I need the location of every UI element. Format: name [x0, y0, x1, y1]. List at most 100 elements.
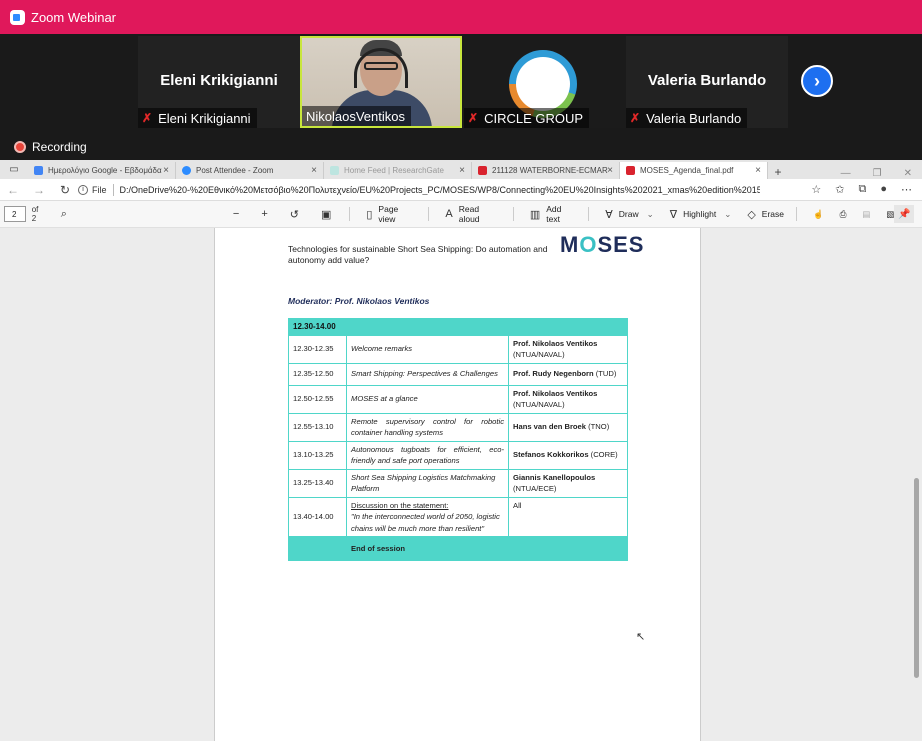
collections-icon[interactable]: ⧉	[858, 183, 866, 196]
participant-name: CIRCLE GROUP	[484, 110, 584, 126]
discussion-row: 13.40-14.00 Discussion on the statement:…	[288, 496, 628, 537]
row-speaker: All	[508, 496, 628, 537]
speaker-name: Giannis Kanellopoulos	[513, 472, 596, 482]
read-aloud-label: Read aloud	[458, 204, 480, 224]
url-text[interactable]: D:/OneDrive%20-%20Εθνικό%20Μετσόβιο%20Πο…	[120, 185, 760, 195]
end-empty-cell	[288, 536, 347, 561]
rotate-icon[interactable]: ↺	[290, 208, 305, 221]
moderator-line: Moderator: Prof. Nikolaos Ventikos	[288, 296, 430, 306]
favorites-icon[interactable]: ✩	[835, 183, 844, 196]
add-text-label: Add text	[546, 204, 562, 224]
tab-title: Ημερολόγιο Google - Εβδομάδα	[48, 166, 162, 175]
pin-toolbar-icon[interactable]: 📌	[894, 205, 914, 223]
eraser-icon: ◇	[747, 208, 756, 221]
pdf-toolbar: 2 of 2 ⌕ − + ↺ ▣ ▯ Page view A Read aloud …	[0, 201, 922, 228]
participant-name: NikolaosVentikos	[306, 108, 405, 124]
table-row: 12.30-12.35 Welcome remarks Prof. Nikola…	[288, 334, 628, 364]
search-icon[interactable]: ⌕	[61, 208, 73, 221]
scrollbar-thumb[interactable]	[914, 478, 919, 678]
participant-strip: Eleni Krikigianni ✗ Eleni Krikigianni Ni…	[0, 34, 922, 160]
window-controls: — ❐ ✕	[841, 168, 922, 179]
close-icon[interactable]: ×	[163, 165, 169, 176]
new-tab-button[interactable]: +	[768, 165, 788, 179]
row-time: 12.30-12.35	[288, 334, 347, 364]
draw-button[interactable]: ∀ Draw ⌄	[605, 208, 654, 221]
url-field[interactable]: i File D:/OneDrive%20-%20Εθνικό%20Μετσόβ…	[78, 181, 801, 199]
save-as-icon[interactable]: ▧	[886, 209, 894, 220]
print-icon[interactable]: ⎙	[840, 209, 847, 220]
researchgate-icon	[330, 166, 339, 175]
chevron-down-icon[interactable]: ⌄	[724, 209, 731, 220]
touch-icon[interactable]: ☝	[813, 209, 824, 220]
zoom-out-icon[interactable]: −	[233, 208, 245, 220]
zoom-icon	[182, 166, 191, 175]
info-icon[interactable]: i	[78, 184, 88, 195]
tab-researchgate[interactable]: Home Feed | ResearchGate ×	[324, 162, 472, 179]
erase-button[interactable]: ◇ Erase	[747, 208, 784, 221]
tab-moses-agenda[interactable]: MOSES_Agenda_final.pdf ×	[620, 162, 768, 179]
participant-label: NikolaosVentikos	[302, 106, 411, 126]
toolbar-divider	[796, 207, 797, 221]
session-header-row: 12.30-14.00	[288, 318, 628, 336]
speaker-affiliation: (CORE)	[590, 450, 618, 460]
participant-tile-1[interactable]: Eleni Krikigianni ✗ Eleni Krikigianni	[138, 36, 300, 128]
speaker-name: Stefanos Kokkorikos	[513, 450, 589, 460]
close-window-icon[interactable]: ✕	[904, 168, 912, 179]
page-view-button[interactable]: ▯ Page view	[366, 204, 416, 224]
add-favorite-icon[interactable]: ☆	[811, 183, 821, 196]
table-row: 13.10-13.25 Autonomous tugboats for effi…	[288, 440, 628, 470]
recording-indicator[interactable]: Recording	[14, 140, 87, 154]
participant-display-name: Valeria Burlando	[647, 72, 767, 89]
next-participants-button[interactable]: ›	[801, 65, 833, 97]
back-icon[interactable]: ←	[0, 183, 26, 197]
tab-google-calendar[interactable]: Ημερολόγιο Google - Εβδομάδα ×	[28, 162, 176, 179]
file-label: File	[92, 184, 107, 195]
participant-label: ✗ CIRCLE GROUP	[464, 108, 590, 128]
table-row: 13.25-13.40 Short Sea Shipping Logistics…	[288, 468, 628, 498]
participant-video-tile[interactable]: NikolaosVentikos	[300, 36, 462, 128]
draw-label: Draw	[618, 209, 639, 219]
page-view-icon: ▯	[366, 208, 373, 221]
pdf-page: Technologies for sustainable Short Sea S…	[214, 228, 701, 741]
chevron-down-icon[interactable]: ⌄	[647, 209, 654, 220]
tab-zoom[interactable]: Post Attendee - Zoom ×	[176, 162, 324, 179]
agenda-table: 12.30-14.00 12.30-12.35 Welcome remarks …	[288, 318, 628, 561]
participant-tile-4[interactable]: Valeria Burlando ✗ Valeria Burlando	[626, 36, 788, 128]
close-icon[interactable]: ×	[459, 165, 465, 176]
close-icon[interactable]: ×	[607, 165, 613, 176]
add-text-button[interactable]: ▥ Add text	[530, 204, 576, 224]
more-icon[interactable]: ⋯	[901, 183, 912, 196]
tab-actions-icon[interactable]: ▭	[0, 160, 28, 179]
row-speaker: Hans van den Broek (TNO)	[508, 412, 628, 442]
restore-icon[interactable]: ❐	[873, 168, 882, 179]
close-icon[interactable]: ×	[311, 165, 317, 176]
forward-icon[interactable]: →	[26, 183, 52, 197]
speaker-name: Prof. Rudy Negenborn	[513, 369, 594, 379]
row-talk: Autonomous tugboats for efficient, eco-f…	[346, 440, 509, 470]
minimize-icon[interactable]: —	[841, 168, 851, 179]
fit-page-icon[interactable]: ▣	[321, 208, 337, 221]
close-icon[interactable]: ×	[755, 165, 761, 176]
zoom-window-title: Zoom Webinar	[31, 9, 117, 25]
row-time: 12.35-12.50	[288, 362, 347, 386]
discussion-heading: Discussion on the statement:	[351, 500, 449, 510]
highlight-button[interactable]: ∇ Highlight ⌄	[670, 208, 732, 221]
read-aloud-button[interactable]: A Read aloud	[445, 204, 500, 224]
profile-icon[interactable]: ●	[880, 183, 887, 196]
address-bar-icons: ☆ ✩ ⧉ ● ⋯	[801, 183, 922, 196]
tab-waterborne-pdf[interactable]: 211128 WATERBORNE-ECMAR ×	[472, 162, 620, 179]
row-speaker: Giannis Kanellopoulos (NTUA/ECE)	[508, 468, 628, 498]
row-time: 13.25-13.40	[288, 468, 347, 498]
highlight-icon: ∇	[669, 208, 678, 221]
erase-label: Erase	[761, 209, 784, 219]
save-icon[interactable]: ▤	[862, 209, 870, 220]
pdf-viewer[interactable]: Technologies for sustainable Short Sea S…	[0, 228, 922, 741]
pdf-icon	[478, 166, 487, 175]
page-number-input[interactable]: 2	[4, 206, 26, 222]
tab-title: Post Attendee - Zoom	[196, 166, 274, 175]
row-talk: Short Sea Shipping Logistics Matchmaking…	[346, 468, 509, 498]
row-speaker: Prof. Rudy Negenborn (TUD)	[508, 362, 628, 386]
zoom-in-icon[interactable]: +	[261, 208, 273, 220]
reload-icon[interactable]: ↻	[52, 183, 78, 197]
page-count: of 2	[31, 205, 39, 223]
